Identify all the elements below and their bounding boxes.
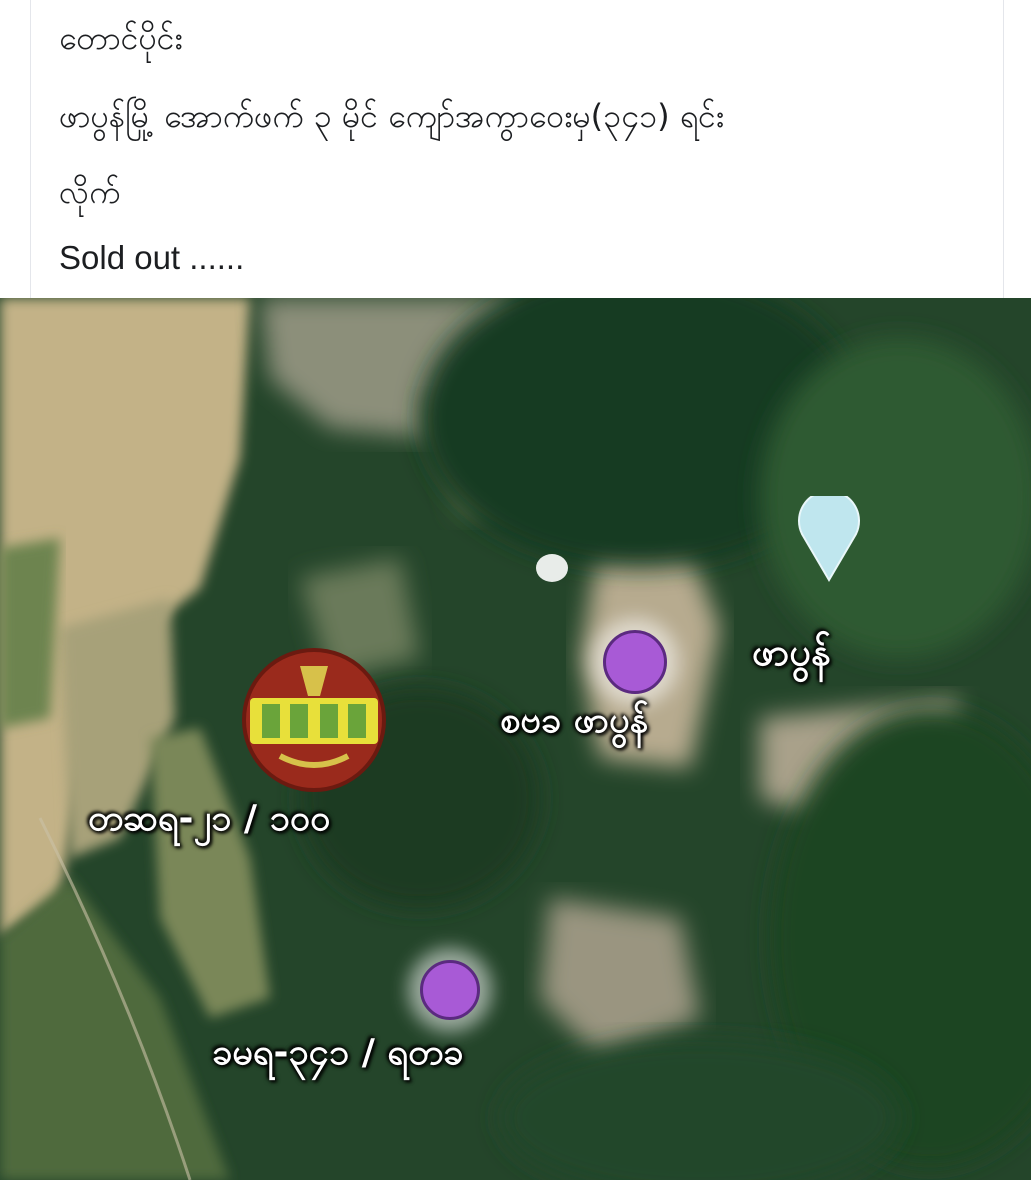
post-line-continuation: လိုက် (59, 173, 121, 211)
location-dot-icon[interactable] (603, 630, 667, 694)
post-line-title: တောင်ပိုင်း (59, 19, 183, 57)
location-dot-icon[interactable] (420, 960, 480, 1020)
map-pin-icon[interactable] (796, 496, 862, 582)
post-body: တောင်ပိုင်း ဖာပွန်မြို့ အောက်ဖက် ၃ မိုင်… (30, 0, 1004, 298)
map-label-phapun: ဖာပွန် (752, 630, 831, 674)
bottom-spacer (0, 1180, 1031, 1200)
post-line-status: Sold out ...... (59, 239, 245, 276)
post-text-card: တောင်ပိုင်း ဖာပွန်မြို့ အောက်ဖက် ၃ မိုင်… (0, 0, 1031, 300)
satellite-map-image[interactable]: ဖာပွန် စဗခ ဖာပွန် တဆရ-၂၁ / ၁၀၀ ခမရ-၃၄၁ /… (0, 298, 1031, 1180)
map-label-left-camp: တဆရ-၂၁ / ၁၀၀ (88, 798, 331, 839)
military-emblem-icon[interactable] (240, 646, 388, 794)
post-line-location: ဖာပွန်မြို့ အောက်ဖက် ၃ မိုင် ကျော်အကွာဝေ… (59, 97, 725, 135)
map-label-phapun-base: စဗခ ဖာပွန် (500, 700, 649, 741)
map-label-bottom-camp: ခမရ-၃၄၁ / ရတခ (212, 1032, 464, 1073)
